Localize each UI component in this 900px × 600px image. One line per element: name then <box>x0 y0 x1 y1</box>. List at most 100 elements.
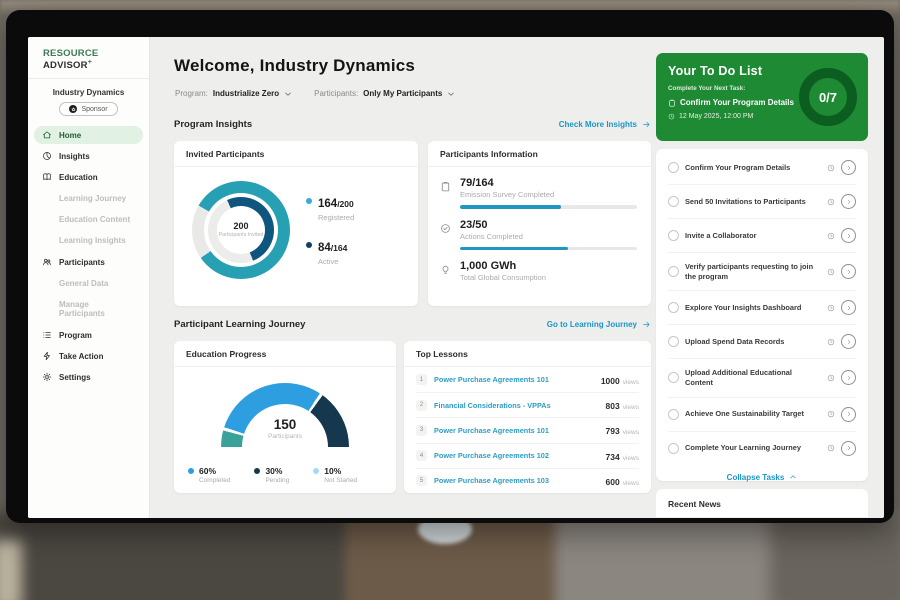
participants-filter[interactable]: Participants: Only My Participants <box>314 89 455 98</box>
org-name: Industry Dynamics <box>28 88 149 97</box>
lesson-link[interactable]: Financial Considerations - VPPAs <box>434 401 599 410</box>
active-value: 84 <box>318 242 331 254</box>
legend-completed: 60% Completed <box>188 466 230 484</box>
task-checkbox[interactable] <box>668 372 679 383</box>
task-checkbox[interactable] <box>668 196 679 207</box>
sidebar-item-education[interactable]: Education <box>34 168 143 186</box>
task-open-button[interactable] <box>841 300 856 315</box>
education-center-value: 150 <box>174 417 396 432</box>
task-checkbox[interactable] <box>668 162 679 173</box>
stat-global-consumption: 1,000 GWh Total Global Consumption <box>440 260 639 282</box>
participants-information-title: Participants Information <box>428 141 651 167</box>
education-progress-card: Education Progress 150 Participants 60% … <box>174 341 396 493</box>
emission-survey-progressbar <box>460 205 637 209</box>
task-checkbox[interactable] <box>668 443 679 454</box>
sidebar-item-education-content[interactable]: Education Content <box>34 211 143 228</box>
task-checkbox[interactable] <box>668 230 679 241</box>
chevron-down-icon <box>447 90 455 98</box>
actions-completed-label: Actions Completed <box>460 232 523 241</box>
sidebar-item-insights[interactable]: Insights <box>34 147 143 165</box>
invited-participants-title: Invited Participants <box>174 141 418 167</box>
task-open-button[interactable] <box>841 407 856 422</box>
recent-news-title: Recent News <box>656 489 868 518</box>
sidebar-item-learning-insights[interactable]: Learning Insights <box>34 232 143 249</box>
clock-icon <box>827 232 835 240</box>
active-dot <box>306 242 312 248</box>
active-total: /164 <box>331 243 348 253</box>
todo-progress-value: 0/7 <box>819 90 837 105</box>
clock-icon <box>668 113 675 120</box>
sidebar-item-settings[interactable]: Settings <box>34 368 143 386</box>
legend-active: 84/164 Active <box>306 238 354 266</box>
sidebar-item-take-action[interactable]: Take Action <box>34 347 143 365</box>
lesson-link[interactable]: Power Purchase Agreements 101 <box>434 426 599 435</box>
education-center-label: Participants <box>174 433 396 440</box>
views-label: views <box>623 379 639 386</box>
task-label: Achieve One Sustainability Target <box>685 409 821 419</box>
invited-donut-center: 200 Participants Invited <box>217 206 265 254</box>
not-started-label: Not Started <box>324 477 357 484</box>
views-label: views <box>623 480 639 487</box>
sidebar-nav: Home Insights Education Learning Journey… <box>28 126 149 386</box>
views-label: views <box>623 404 639 411</box>
task-label: Upload Spend Data Records <box>685 337 821 347</box>
sidebar-item-program[interactable]: Program <box>34 326 143 344</box>
task-label: Confirm Your Program Details <box>685 163 821 173</box>
task-open-button[interactable] <box>841 160 856 175</box>
lesson-row: 4 Power Purchase Agreements 102 734views <box>416 443 639 468</box>
lesson-rank: 1 <box>416 374 427 385</box>
lesson-row: 5 Power Purchase Agreements 103 600views <box>416 468 639 493</box>
collapse-tasks-link[interactable]: Collapse Tasks <box>668 465 856 482</box>
background-desk-left <box>0 512 355 600</box>
stat-emission-survey: 79/164 Emission Survey Completed <box>440 177 639 199</box>
task-row: Verify participants requesting to join t… <box>668 252 856 290</box>
sidebar-item-home[interactable]: Home <box>34 126 143 144</box>
task-open-button[interactable] <box>841 228 856 243</box>
task-open-button[interactable] <box>841 370 856 385</box>
sidebar-item-label: General Data <box>59 279 108 288</box>
lesson-views: 803 <box>606 401 620 411</box>
program-filter[interactable]: Program: Industrialize Zero <box>175 89 292 98</box>
brand-plus: + <box>88 59 92 66</box>
task-label: Explore Your Insights Dashboard <box>685 303 821 313</box>
task-open-button[interactable] <box>841 264 856 279</box>
task-open-button[interactable] <box>841 334 856 349</box>
emission-survey-progress-fill <box>460 205 561 209</box>
sidebar-item-manage-participants[interactable]: Manage Participants <box>34 296 143 322</box>
clock-icon <box>827 198 835 206</box>
task-label: Verify participants requesting to join t… <box>685 262 821 281</box>
task-checkbox[interactable] <box>668 302 679 313</box>
brand-primary: RESOURCE <box>43 48 98 59</box>
sidebar-item-label: Program <box>59 331 92 340</box>
clipboard-icon <box>668 99 676 107</box>
task-open-button[interactable] <box>841 194 856 209</box>
actions-completed-value: 23/50 <box>460 219 523 231</box>
invited-legend: 164/200 Registered 84/164 Active <box>306 194 354 266</box>
task-open-button[interactable] <box>841 441 856 456</box>
lesson-link[interactable]: Power Purchase Agreements 102 <box>434 451 599 460</box>
task-row: Upload Spend Data Records <box>668 324 856 358</box>
todo-tasks-card: Confirm Your Program Details Send 50 Inv… <box>656 149 868 481</box>
task-checkbox[interactable] <box>668 409 679 420</box>
lesson-link[interactable]: Power Purchase Agreements 103 <box>434 476 599 485</box>
lesson-link[interactable]: Power Purchase Agreements 101 <box>434 375 594 384</box>
check-more-insights-link[interactable]: Check More Insights <box>559 120 651 129</box>
education-progress-title: Education Progress <box>174 341 396 367</box>
lesson-row: 3 Power Purchase Agreements 101 793views <box>416 417 639 442</box>
global-consumption-value: 1,000 GWh <box>460 260 546 272</box>
go-to-learning-journey-link[interactable]: Go to Learning Journey <box>547 320 651 329</box>
sidebar-item-label: Manage Participants <box>59 300 135 318</box>
task-checkbox[interactable] <box>668 336 679 347</box>
sidebar-item-learning-journey[interactable]: Learning Journey <box>34 190 143 207</box>
participants-filter-value: Only My Participants <box>363 89 442 98</box>
registered-label: Registered <box>318 213 354 222</box>
sidebar-item-participants[interactable]: Participants <box>34 253 143 271</box>
legend-registered: 164/200 Registered <box>306 194 354 222</box>
sidebar-item-label: Learning Insights <box>59 236 126 245</box>
task-checkbox[interactable] <box>668 266 679 277</box>
sidebar-item-general-data[interactable]: General Data <box>34 275 143 292</box>
invited-donut-ring-outer: 200 Participants Invited <box>192 181 290 279</box>
emission-survey-label: Emission Survey Completed <box>460 190 554 199</box>
sponsor-badge[interactable]: Sponsor <box>59 102 117 116</box>
active-label: Active <box>318 257 347 266</box>
